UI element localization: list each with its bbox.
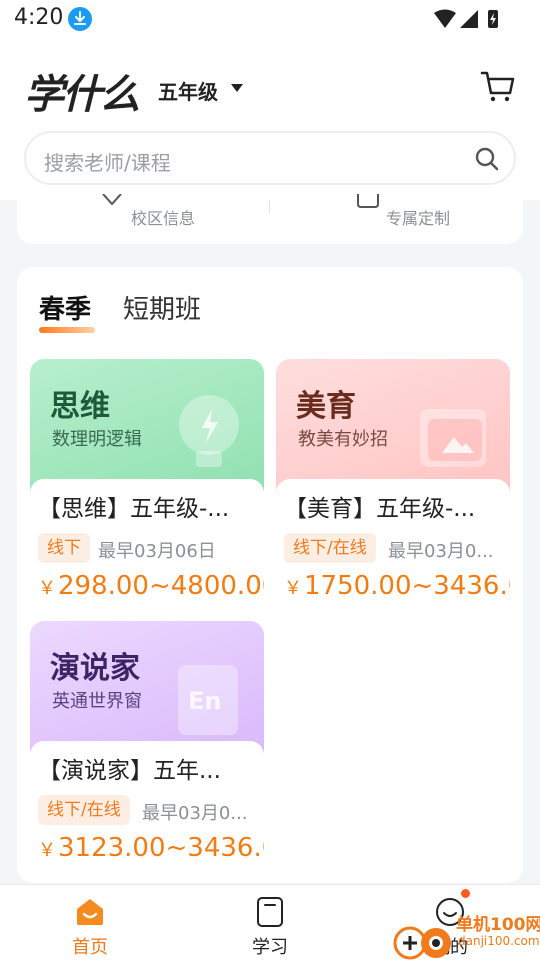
currency-symbol: ￥: [284, 578, 302, 599]
course-info: 【演说家】五年... 线下/在线 最早03月0... ￥3123.00~3436…: [30, 741, 264, 871]
custom-icon: [357, 194, 379, 208]
search-input[interactable]: 搜索老师/课程: [24, 131, 516, 185]
banner-subtitle: 教美有妙招: [298, 429, 388, 450]
divider: [269, 200, 270, 214]
currency-symbol: ￥: [38, 578, 56, 599]
course-banner: 演说家 英通世界窗 En: [30, 621, 264, 761]
course-card-thinking[interactable]: 思维 数理明逻辑 【思维】五年级-... 线下 最早03月06日 ￥298.00…: [30, 359, 264, 609]
caret-down-icon[interactable]: [231, 84, 243, 92]
download-icon: [68, 7, 92, 31]
cart-icon[interactable]: [480, 68, 516, 104]
currency-symbol: ￥: [38, 840, 56, 861]
mode-badge: 线下/在线: [284, 533, 376, 563]
nav-study-label: 学习: [252, 937, 288, 958]
course-card-aesthetics[interactable]: 美育 教美有妙招 【美育】五年级-... 线下/在线 最早03月0... ￥17…: [276, 359, 510, 609]
watermark: 单机100网 danji100.com: [390, 908, 540, 960]
price: ￥298.00~4800.00: [38, 571, 264, 601]
status-bar: 4:20: [0, 0, 540, 40]
nav-home-label: 首页: [72, 937, 108, 958]
search-placeholder: 搜索老师/课程: [44, 151, 171, 175]
price-range: 1750.00~3436.00: [304, 571, 510, 601]
banner-title: 思维: [50, 389, 110, 424]
tab-short-term[interactable]: 短期班: [123, 289, 201, 326]
course-section: 春季 短期班 思维 数理明逻辑 【思维】五年级-... 线下 最早03月06日 …: [17, 267, 523, 883]
mode-badge: 线下/在线: [38, 795, 130, 825]
price-range: 3123.00~3436.00: [58, 833, 264, 863]
watermark-logo: [393, 926, 451, 960]
location-icon: [102, 194, 122, 206]
quick-link-custom[interactable]: 专属定制: [386, 205, 450, 229]
course-banner: 思维 数理明逻辑: [30, 359, 264, 499]
study-icon: [257, 897, 283, 927]
home-icon: [77, 899, 103, 925]
nav-study[interactable]: 学习: [210, 885, 330, 960]
tab-indicator: [39, 327, 95, 333]
quick-link-campus[interactable]: 校区信息: [131, 205, 195, 229]
watermark-text: 单机100网: [456, 915, 540, 935]
start-date: 最早03月0...: [388, 541, 494, 562]
banner-title: 演说家: [50, 651, 140, 686]
course-title: 【演说家】五年...: [38, 758, 221, 784]
course-title: 【美育】五年级-...: [284, 496, 476, 522]
course-info: 【美育】五年级-... 线下/在线 最早03月0... ￥1750.00~343…: [276, 479, 510, 609]
search-icon[interactable]: [474, 146, 500, 172]
app-screen: 4:20 学什么 五年级 搜索老师/课程 校区信息 专属定制 春季 短期班 思维…: [0, 0, 540, 960]
app-logo: 学什么: [24, 72, 140, 118]
banner-title: 美育: [296, 389, 356, 424]
notification-dot: [461, 889, 470, 898]
start-date: 最早03月06日: [98, 541, 216, 562]
price-range: 298.00~4800.00: [58, 571, 264, 601]
watermark-url: danji100.com: [458, 934, 540, 948]
course-info: 【思维】五年级-... 线下 最早03月06日 ￥298.00~4800.00: [30, 479, 264, 609]
course-title: 【思维】五年级-...: [38, 496, 230, 522]
header: 学什么 五年级 搜索老师/课程: [0, 40, 540, 200]
svg-text:En: En: [188, 687, 221, 715]
course-card-speech[interactable]: 演说家 英通世界窗 En 【演说家】五年... 线下/在线 最早03月0... …: [30, 621, 264, 871]
start-date: 最早03月0...: [142, 803, 248, 824]
course-banner: 美育 教美有妙招: [276, 359, 510, 499]
grade-selector[interactable]: 五年级: [158, 76, 218, 105]
folder-image-icon: [420, 409, 486, 467]
mode-badge: 线下: [38, 533, 90, 563]
banner-subtitle: 数理明逻辑: [52, 429, 142, 450]
signal-icons: [434, 9, 498, 28]
english-book-icon: En: [178, 665, 238, 735]
quick-links-card: 校区信息 专属定制: [17, 194, 523, 244]
banner-subtitle: 英通世界窗: [52, 691, 142, 712]
price: ￥1750.00~3436.00: [284, 571, 510, 601]
lightbulb-icon: [179, 395, 239, 467]
tab-spring[interactable]: 春季: [39, 289, 91, 326]
nav-home[interactable]: 首页: [30, 885, 150, 960]
price: ￥3123.00~3436.00: [38, 833, 264, 863]
status-time: 4:20: [14, 5, 64, 30]
